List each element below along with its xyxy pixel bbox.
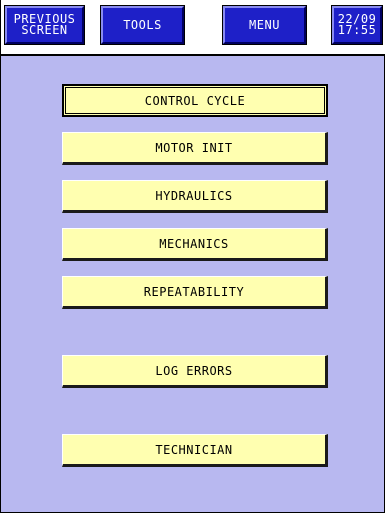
time-text: 17:55 — [337, 23, 377, 37]
motor-init-button[interactable]: MOTOR INIT — [62, 132, 328, 165]
log-errors-label: LOG ERRORS — [155, 363, 233, 378]
menu-button[interactable]: MENU — [223, 6, 306, 44]
previous-screen-button[interactable]: PREVIOUS SCREEN — [5, 6, 84, 44]
repeatability-label: REPEATABILITY — [143, 284, 245, 299]
top-bar-divider — [1, 54, 385, 56]
repeatability-button[interactable]: REPEATABILITY — [62, 276, 328, 309]
mechanics-label: MECHANICS — [159, 236, 229, 251]
previous-screen-line2: SCREEN — [21, 23, 68, 37]
control-cycle-label: CONTROL CYCLE — [144, 93, 246, 108]
tools-button[interactable]: TOOLS — [101, 6, 184, 44]
menu-label: MENU — [249, 17, 280, 32]
hydraulics-button[interactable]: HYDRAULICS — [62, 180, 328, 213]
technician-button[interactable]: TECHNICIAN — [62, 434, 328, 467]
motor-init-label: MOTOR INIT — [155, 140, 233, 155]
screen: PREVIOUS SCREEN TOOLS MENU 22/09 17:55 C… — [0, 0, 385, 513]
date-time-display: 22/09 17:55 — [332, 6, 382, 44]
log-errors-button[interactable]: LOG ERRORS — [62, 355, 328, 388]
technician-label: TECHNICIAN — [155, 442, 233, 457]
hydraulics-label: HYDRAULICS — [155, 188, 233, 203]
mechanics-button[interactable]: MECHANICS — [62, 228, 328, 261]
tools-label: TOOLS — [123, 17, 162, 32]
top-bar: PREVIOUS SCREEN TOOLS MENU 22/09 17:55 — [1, 0, 385, 54]
previous-screen-label: PREVIOUS SCREEN — [14, 13, 76, 37]
control-cycle-button[interactable]: CONTROL CYCLE — [62, 84, 328, 117]
